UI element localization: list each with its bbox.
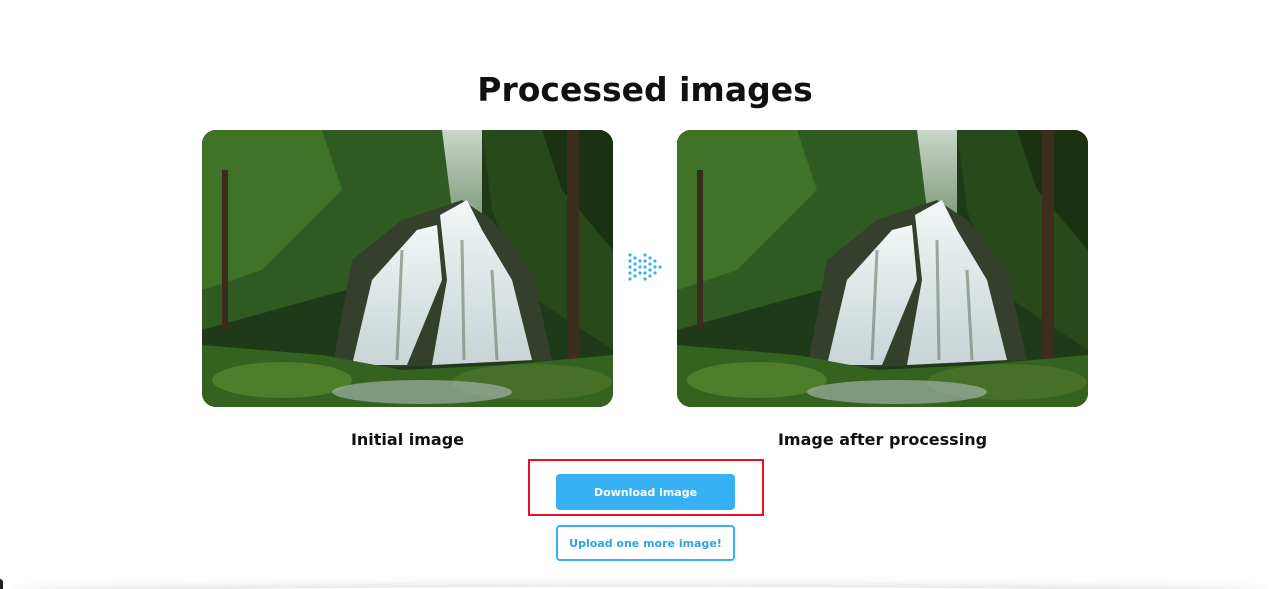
processed-image-caption: Image after processing	[777, 430, 988, 449]
initial-image-caption: Initial image	[350, 430, 465, 449]
initial-image	[202, 130, 613, 407]
processed-images-page: Processed images Initial image Image aft…	[0, 0, 1280, 589]
processed-image	[677, 130, 1088, 407]
waterfall-photo	[202, 130, 613, 407]
double-chevron-arrow-icon	[628, 253, 662, 281]
download-image-button[interactable]: Download image	[556, 474, 735, 510]
page-title: Processed images	[477, 70, 813, 110]
waterfall-photo	[677, 130, 1088, 407]
corner-mark	[0, 579, 3, 589]
upload-more-button[interactable]: Upload one more image!	[556, 525, 735, 561]
